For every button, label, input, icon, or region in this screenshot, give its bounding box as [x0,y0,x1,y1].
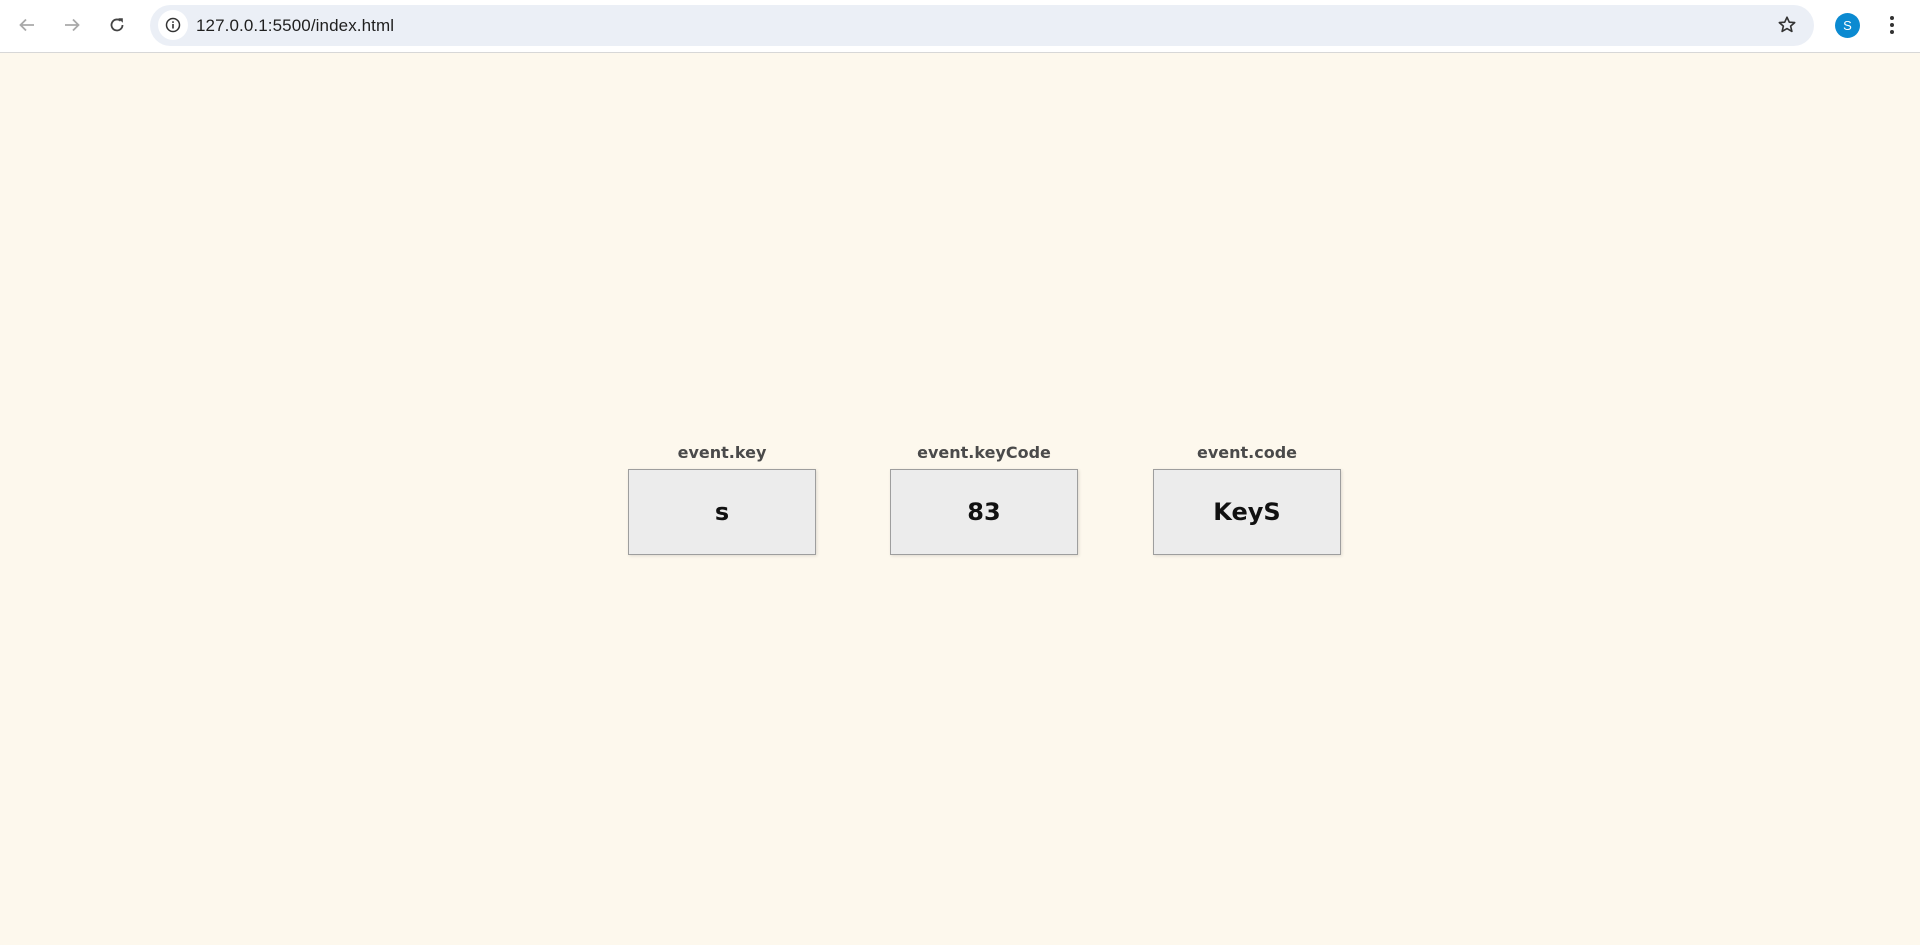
profile-avatar[interactable]: S [1835,13,1860,38]
star-icon [1778,16,1796,33]
profile-initial: S [1843,18,1852,33]
browser-menu-button[interactable] [1877,9,1907,41]
event-code-value: KeyS [1153,469,1341,555]
event-code-label: event.code [1196,443,1298,462]
event-key-value: s [628,469,816,555]
event-key-card: event.key s [628,442,816,555]
forward-button[interactable] [55,8,89,42]
kebab-menu-icon [1890,16,1894,34]
arrow-left-icon [19,18,34,32]
site-info-button[interactable] [158,10,188,40]
event-keycode-value: 83 [890,469,1078,555]
event-keycode-label: event.keyCode [917,443,1051,462]
event-key-label: event.key [677,443,767,462]
event-keycode-card: event.keyCode 83 [890,442,1078,555]
url-text[interactable]: 127.0.0.1:5500/index.html [196,16,394,36]
browser-toolbar: 127.0.0.1:5500/index.html S [0,0,1920,53]
bookmark-button[interactable] [1772,10,1802,40]
info-icon [165,17,181,33]
arrow-right-icon [65,18,80,32]
event-code-card: event.code KeyS [1153,442,1341,555]
reload-icon [110,18,124,32]
reload-button[interactable] [100,8,134,42]
address-bar[interactable]: 127.0.0.1:5500/index.html [150,5,1814,46]
back-button[interactable] [10,8,44,42]
